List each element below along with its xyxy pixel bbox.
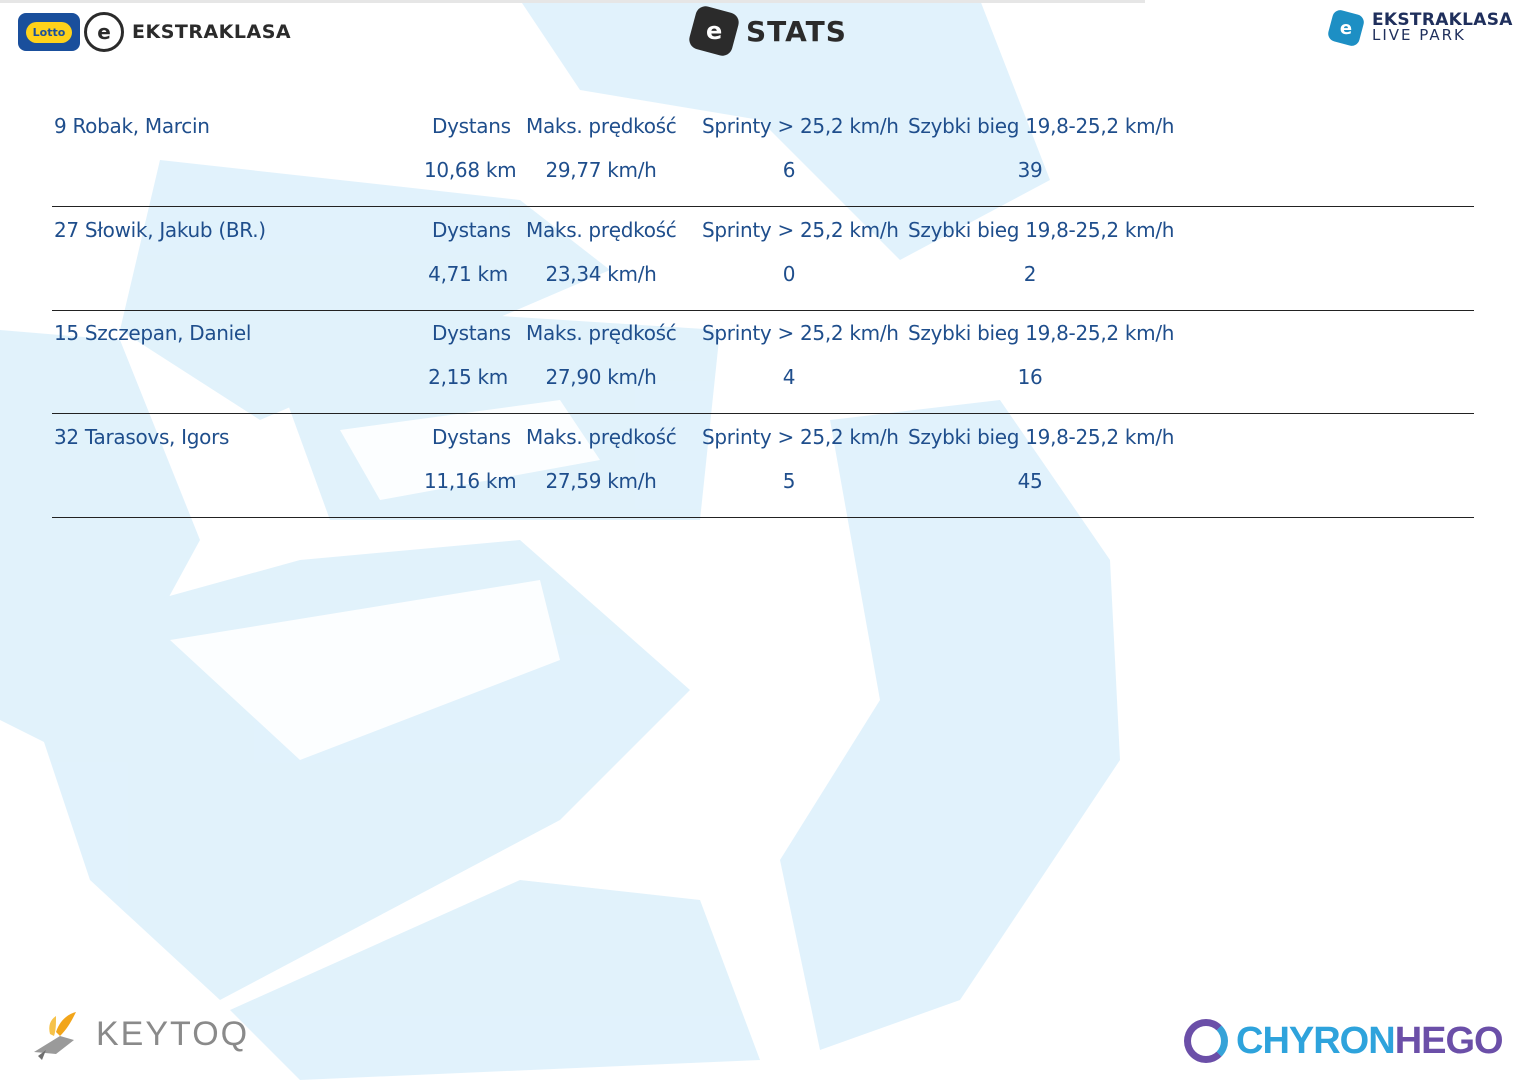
distance-label: Dystans [432,321,511,345]
chyronhego-part2: HEGO [1394,1019,1504,1062]
sprints-label: Sprinty > 25,2 km/h [702,218,899,242]
lotto-logo-icon: Lotto [18,13,80,51]
fast-run-label: Szybki bieg 19,8-25,2 km/h [908,425,1175,449]
chyronhego-logo: CHYRONHEGO [1184,1016,1504,1066]
e-stats-icon: e [687,4,741,58]
chyronhego-wordmark: CHYRONHEGO [1236,1019,1504,1063]
keytoq-logo: KEYTOQ [30,1006,249,1062]
sprints-label: Sprinty > 25,2 km/h [702,321,899,345]
sprints-value: 6 [782,158,796,182]
sprints-value: 5 [782,469,796,493]
fast-run-label: Szybki bieg 19,8-25,2 km/h [908,321,1175,345]
max-speed-label: Maks. prędkość [526,321,677,345]
max-speed-label: Maks. prędkość [526,425,677,449]
sprints-value: 0 [782,262,796,286]
live-park-logo: e EKSTRAKLASA LIVE PARK [1326,6,1513,50]
player-row: 32 Tarasovs, Igors Dystans Maks. prędkoś… [52,413,1474,518]
player-name: 32 Tarasovs, Igors [54,425,230,449]
max-speed-label: Maks. prędkość [526,114,677,138]
header-divider [0,0,1145,3]
lotto-label: Lotto [25,21,73,43]
max-speed-label: Maks. prędkość [526,218,677,242]
distance-label: Dystans [432,218,511,242]
chyronhego-ring-icon [1184,1019,1228,1063]
distance-value: 2,15 km [428,365,508,389]
max-speed-value: 27,59 km/h [545,469,657,493]
player-row: 15 Szczepan, Daniel Dystans Maks. prędko… [52,309,1474,414]
distance-label: Dystans [432,114,511,138]
distance-value: 11,16 km [424,469,517,493]
live-park-text: EKSTRAKLASA LIVE PARK [1372,12,1513,44]
keytoq-wordmark: KEYTOQ [96,1014,250,1053]
distance-label: Dystans [432,425,511,449]
player-row: 27 Słowik, Jakub (BR.) Dystans Maks. prę… [52,206,1474,311]
player-name: 15 Szczepan, Daniel [54,321,252,345]
e-live-park-icon: e [1326,8,1366,48]
stats-title: STATS [746,14,847,48]
fast-run-value: 16 [1017,365,1043,389]
chyronhego-part1: CHYRON [1236,1019,1396,1062]
max-speed-value: 27,90 km/h [545,365,657,389]
player-name: 9 Robak, Marcin [54,114,210,138]
keytoq-bird-icon [34,1012,76,1060]
distance-value: 4,71 km [428,262,508,286]
fast-run-value: 45 [1017,469,1043,493]
distance-value: 10,68 km [424,158,517,182]
sprints-label: Sprinty > 25,2 km/h [702,425,899,449]
player-row: 9 Robak, Marcin Dystans Maks. prędkość S… [52,102,1474,207]
lotto-ekstraklasa-logo: Lotto e EKSTRAKLASA [18,10,291,54]
fast-run-label: Szybki bieg 19,8-25,2 km/h [908,218,1175,242]
stats-logo: e STATS [687,4,847,58]
fast-run-value: 39 [1017,158,1043,182]
player-name: 27 Słowik, Jakub (BR.) [54,218,266,242]
ekstraklasa-ball-icon: e [84,12,124,52]
fast-run-value: 2 [1023,262,1037,286]
live-park-line2: LIVE PARK [1372,26,1466,44]
sprints-label: Sprinty > 25,2 km/h [702,114,899,138]
max-speed-value: 23,34 km/h [545,262,657,286]
max-speed-value: 29,77 km/h [545,158,657,182]
league-name: EKSTRAKLASA [132,21,292,43]
fast-run-label: Szybki bieg 19,8-25,2 km/h [908,114,1175,138]
header-bar: Lotto e EKSTRAKLASA e STATS e EKSTRAKLAS… [0,0,1527,70]
sprints-value: 4 [782,365,796,389]
